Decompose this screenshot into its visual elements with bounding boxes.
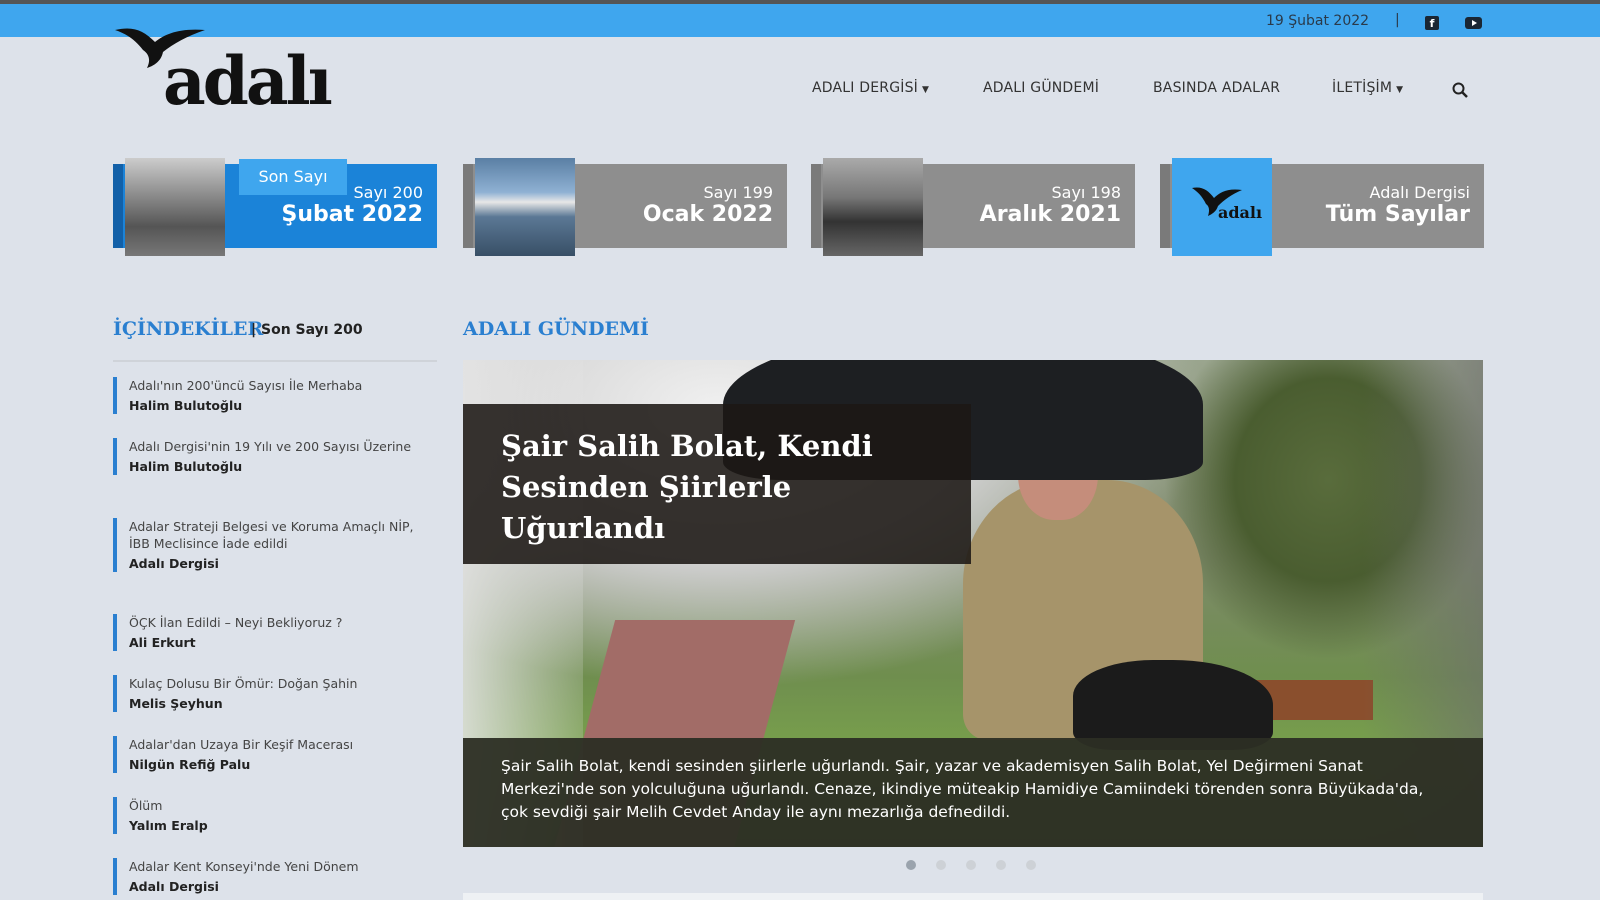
- slide-caption: Şair Salih Bolat, kendi sesinden şiirler…: [501, 757, 1424, 821]
- svg-text:adalı: adalı: [1218, 203, 1262, 222]
- issue-month: Aralık 2021: [979, 202, 1121, 227]
- slide-headline[interactable]: Şair Salih Bolat, Kendi Sesinden Şiirler…: [501, 426, 961, 549]
- issue-card-all[interactable]: adalı Adalı Dergisi Tüm Sayılar: [1160, 158, 1484, 256]
- toc-item-author: Adalı Dergisi: [129, 879, 219, 894]
- issue-number: Sayı 199: [703, 183, 774, 202]
- slider-dots: [906, 855, 1056, 870]
- next-section-card: [463, 893, 1483, 900]
- search-icon[interactable]: [1452, 82, 1468, 98]
- latest-issue-badge: Son Sayı: [239, 159, 347, 195]
- facebook-icon[interactable]: f: [1425, 16, 1439, 30]
- toc-item-title: Ölüm: [129, 798, 163, 813]
- youtube-icon[interactable]: [1465, 17, 1482, 29]
- chevron-down-icon: ▼: [922, 85, 930, 95]
- issue-card-198[interactable]: Sayı 198 Aralık 2021: [811, 158, 1135, 256]
- toc-item[interactable]: Adalı'nın 200'üncü Sayısı İle Merhaba Ha…: [113, 377, 437, 414]
- issue-card-199[interactable]: Sayı 199 Ocak 2022: [463, 158, 787, 256]
- toc-item[interactable]: Adalar Kent Konseyi'nde Yeni Dönem Adalı…: [113, 858, 437, 895]
- slider-dot[interactable]: [1026, 860, 1036, 870]
- issue-number: Adalı Dergisi: [1369, 183, 1470, 202]
- toc-item-author: Halim Bulutoğlu: [129, 459, 243, 474]
- issue-number: Sayı 200: [353, 183, 424, 202]
- toc-item-author: Halim Bulutoğlu: [129, 398, 243, 413]
- toc-item-author: Nilgün Refiğ Palu: [129, 757, 251, 772]
- issue-cover-image: [125, 158, 225, 256]
- toc-item-author: Yalım Eralp: [129, 818, 208, 833]
- toc-item[interactable]: Adalı Dergisi'nin 19 Yılı ve 200 Sayısı …: [113, 438, 437, 475]
- nav-label: BASINDA ADALAR: [1153, 80, 1281, 96]
- toc-item[interactable]: Kulaç Dolusu Bir Ömür: Doğan Şahin Melis…: [113, 675, 437, 712]
- slider-dot[interactable]: [996, 860, 1006, 870]
- bird-icon: adalı: [1192, 187, 1262, 222]
- topbar-separator: |: [1395, 12, 1400, 28]
- toc-subheading: | Son Sayı 200: [251, 322, 363, 338]
- toc-item[interactable]: Ölüm Yalım Eralp: [113, 797, 437, 834]
- toc-item-author: Melis Şeyhun: [129, 696, 223, 711]
- chevron-down-icon: ▼: [1396, 85, 1404, 95]
- toc-item-author: Ali Erkurt: [129, 635, 196, 650]
- toc-item-author: Adalı Dergisi: [129, 556, 219, 571]
- slider-dot[interactable]: [906, 860, 916, 870]
- toc-item-title: Adalar Strateji Belgesi ve Koruma Amaçlı…: [129, 519, 414, 551]
- site-logo[interactable]: adalı: [113, 22, 353, 120]
- issue-month: Tüm Sayılar: [1325, 202, 1470, 227]
- issue-number: Sayı 198: [1051, 183, 1122, 202]
- adali-logo-thumb: adalı: [1172, 158, 1272, 256]
- nav-adali-dergisi[interactable]: ADALI DERGİSİ ▼: [812, 80, 929, 96]
- news-slider[interactable]: Şair Salih Bolat, Kendi Sesinden Şiirler…: [463, 360, 1483, 847]
- logo-text: adalı: [163, 42, 333, 120]
- slider-dot[interactable]: [936, 860, 946, 870]
- issue-month: Şubat 2022: [281, 202, 423, 227]
- slider-dot[interactable]: [966, 860, 976, 870]
- toc-item[interactable]: Adalar Strateji Belgesi ve Koruma Amaçlı…: [113, 518, 437, 572]
- toc-item-title: Kulaç Dolusu Bir Ömür: Doğan Şahin: [129, 676, 358, 691]
- current-date: 19 Şubat 2022: [1266, 13, 1370, 29]
- nav-basinda-adalar[interactable]: BASINDA ADALAR: [1153, 80, 1280, 96]
- toc-item-title: Adalar'dan Uzaya Bir Keşif Macerası: [129, 737, 354, 752]
- slide-caption-box: Şair Salih Bolat, kendi sesinden şiirler…: [463, 738, 1483, 847]
- toc-item-title: Adalar Kent Konseyi'nde Yeni Dönem: [129, 859, 359, 874]
- nav-label: ADALI DERGİSİ: [812, 80, 919, 96]
- toc-item[interactable]: ÖÇK İlan Edildi – Neyi Bekliyoruz ? Ali …: [113, 614, 437, 651]
- issue-cover-image: [823, 158, 923, 256]
- nav-label: İLETİŞİM: [1332, 80, 1393, 96]
- issue-month: Ocak 2022: [642, 202, 773, 227]
- toc-heading: İÇİNDEKİLER: [113, 318, 264, 340]
- nav-iletisim[interactable]: İLETİŞİM ▼: [1332, 80, 1403, 96]
- nav-label: ADALI GÜNDEMİ: [983, 80, 1100, 96]
- toc-item[interactable]: Adalar'dan Uzaya Bir Keşif Macerası Nilg…: [113, 736, 437, 773]
- slide-headline-box[interactable]: Şair Salih Bolat, Kendi Sesinden Şiirler…: [463, 404, 971, 564]
- toc-item-title: ÖÇK İlan Edildi – Neyi Bekliyoruz ?: [129, 615, 343, 630]
- nav-adali-gundemi[interactable]: ADALI GÜNDEMİ: [983, 80, 1099, 96]
- toc-item-title: Adalı'nın 200'üncü Sayısı İle Merhaba: [129, 378, 363, 393]
- toc-item-title: Adalı Dergisi'nin 19 Yılı ve 200 Sayısı …: [129, 439, 412, 454]
- gundem-heading: ADALI GÜNDEMİ: [463, 318, 649, 340]
- issue-cover-image: [475, 158, 575, 256]
- divider: [113, 360, 437, 362]
